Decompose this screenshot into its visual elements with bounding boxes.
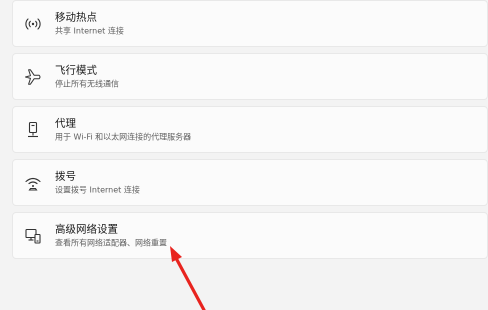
advanced-network-settings-item[interactable]: 高级网络设置 查看所有网络适配器、网络重置 (12, 212, 488, 259)
mobile-hotspot-item[interactable]: 移动热点 共享 Internet 连接 (12, 0, 488, 47)
mobile-hotspot-title: 移动热点 (55, 11, 97, 23)
advanced-network-settings-description: 查看所有网络适配器、网络重置 (55, 238, 167, 247)
proxy-icon (24, 121, 42, 139)
dialup-item[interactable]: 拨号 设置拨号 Internet 连接 (12, 159, 488, 206)
advanced-network-settings-title: 高级网络设置 (55, 223, 118, 235)
airplane-mode-description: 停止所有无线通信 (55, 79, 119, 88)
dialup-description: 设置拨号 Internet 连接 (55, 185, 140, 194)
hotspot-icon (24, 15, 42, 33)
airplane-mode-title: 飞行模式 (55, 64, 97, 76)
advanced-network-icon (24, 227, 42, 245)
proxy-item[interactable]: 代理 用于 Wi-Fi 和以太网连接的代理服务器 (12, 106, 488, 153)
dialup-icon (24, 174, 42, 192)
proxy-title: 代理 (55, 117, 76, 129)
airplane-icon (24, 68, 42, 86)
airplane-mode-item[interactable]: 飞行模式 停止所有无线通信 (12, 53, 488, 100)
proxy-description: 用于 Wi-Fi 和以太网连接的代理服务器 (55, 132, 192, 141)
dialup-title: 拨号 (55, 170, 76, 182)
mobile-hotspot-description: 共享 Internet 连接 (55, 26, 124, 35)
